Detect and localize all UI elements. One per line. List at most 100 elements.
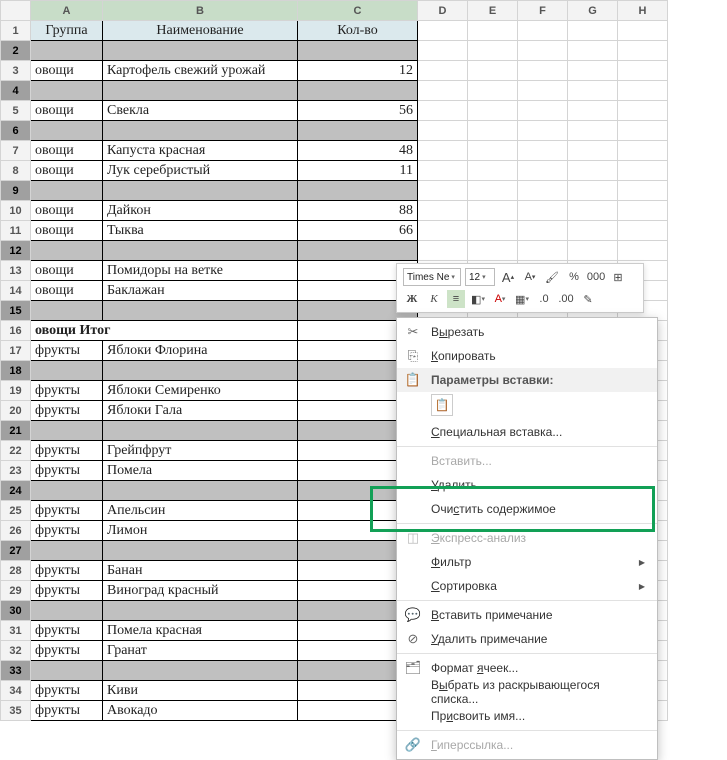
cell-name[interactable]: Гранат bbox=[103, 641, 298, 661]
cell-name[interactable]: Лук серебристый bbox=[103, 161, 298, 181]
menu-format-cells[interactable]: 🗂 Формат ячеек... bbox=[397, 656, 657, 680]
row-header[interactable]: 11 bbox=[1, 221, 31, 241]
empty-cell[interactable] bbox=[468, 141, 518, 161]
empty-cell[interactable] bbox=[418, 21, 468, 41]
cell-name[interactable]: Киви bbox=[103, 681, 298, 701]
cell-qty[interactable]: 12 bbox=[298, 61, 418, 81]
empty-cell[interactable] bbox=[618, 121, 668, 141]
selected-blank-cell[interactable] bbox=[31, 541, 103, 561]
cell-name[interactable]: Лимон bbox=[103, 521, 298, 541]
cell-name[interactable]: Яблоки Гала bbox=[103, 401, 298, 421]
row-header[interactable]: 18 bbox=[1, 361, 31, 381]
cell-group[interactable]: фрукты bbox=[31, 701, 103, 721]
italic-button[interactable]: К bbox=[425, 290, 443, 308]
bold-button[interactable]: Ж bbox=[403, 290, 421, 308]
empty-cell[interactable] bbox=[618, 21, 668, 41]
format-icon[interactable]: ✎ bbox=[579, 290, 597, 308]
empty-cell[interactable] bbox=[418, 181, 468, 201]
row-header[interactable]: 8 bbox=[1, 161, 31, 181]
percent-icon[interactable]: % bbox=[565, 268, 583, 286]
selected-blank-cell[interactable] bbox=[298, 181, 418, 201]
row-header[interactable]: 16 bbox=[1, 321, 31, 341]
row-header[interactable]: 25 bbox=[1, 501, 31, 521]
cell-name[interactable]: Дайкон bbox=[103, 201, 298, 221]
row-header[interactable]: 20 bbox=[1, 401, 31, 421]
row-header[interactable]: 33 bbox=[1, 661, 31, 681]
cell-group[interactable]: фрукты bbox=[31, 561, 103, 581]
row-header[interactable]: 32 bbox=[1, 641, 31, 661]
cell-name[interactable]: Капуста красная bbox=[103, 141, 298, 161]
menu-copy[interactable]: ⎘ Копировать bbox=[397, 344, 657, 368]
col-D[interactable]: D bbox=[418, 1, 468, 21]
selected-blank-cell[interactable] bbox=[103, 421, 298, 441]
selected-blank-cell[interactable] bbox=[31, 41, 103, 61]
cell-name[interactable]: Тыква bbox=[103, 221, 298, 241]
column-header-cell[interactable]: Группа bbox=[31, 21, 103, 41]
empty-cell[interactable] bbox=[568, 141, 618, 161]
cell-group[interactable]: овощи bbox=[31, 101, 103, 121]
row-header[interactable]: 29 bbox=[1, 581, 31, 601]
cell-group[interactable]: овощи bbox=[31, 161, 103, 181]
row-header[interactable]: 15 bbox=[1, 301, 31, 321]
increase-decimal-icon[interactable]: .00 bbox=[557, 290, 575, 308]
row-header[interactable]: 30 bbox=[1, 601, 31, 621]
row-header[interactable]: 14 bbox=[1, 281, 31, 301]
empty-cell[interactable] bbox=[568, 241, 618, 261]
cell-group[interactable]: овощи bbox=[31, 61, 103, 81]
col-C[interactable]: C bbox=[298, 1, 418, 21]
row-header[interactable]: 4 bbox=[1, 81, 31, 101]
selected-blank-cell[interactable] bbox=[298, 241, 418, 261]
cell-group[interactable]: фрукты bbox=[31, 441, 103, 461]
col-G[interactable]: G bbox=[568, 1, 618, 21]
menu-insert-comment[interactable]: 💬 Вставить примечание bbox=[397, 603, 657, 627]
empty-cell[interactable] bbox=[468, 21, 518, 41]
row-header[interactable]: 23 bbox=[1, 461, 31, 481]
font-size-selector[interactable]: 12▾ bbox=[465, 268, 495, 286]
empty-cell[interactable] bbox=[418, 221, 468, 241]
menu-pick-from-list[interactable]: Выбрать из раскрывающегося списка... bbox=[397, 680, 657, 704]
row-header[interactable]: 17 bbox=[1, 341, 31, 361]
increase-font-icon[interactable]: A▴ bbox=[499, 268, 517, 286]
font-selector[interactable]: Times Ne▾ bbox=[403, 268, 461, 286]
menu-delete-comment[interactable]: ⊘ Удалить примечание bbox=[397, 627, 657, 651]
cell-name[interactable]: Баклажан bbox=[103, 281, 298, 301]
col-B[interactable]: B bbox=[103, 1, 298, 21]
empty-cell[interactable] bbox=[618, 221, 668, 241]
menu-sort[interactable]: Сортировка ▶ bbox=[397, 574, 657, 598]
selected-blank-cell[interactable] bbox=[31, 81, 103, 101]
cell-group[interactable]: фрукты bbox=[31, 521, 103, 541]
row-header[interactable]: 26 bbox=[1, 521, 31, 541]
empty-cell[interactable] bbox=[468, 121, 518, 141]
row-header[interactable]: 35 bbox=[1, 701, 31, 721]
decrease-decimal-icon[interactable]: .0 bbox=[535, 290, 553, 308]
cell-group[interactable]: фрукты bbox=[31, 381, 103, 401]
empty-cell[interactable] bbox=[518, 201, 568, 221]
row-header[interactable]: 9 bbox=[1, 181, 31, 201]
font-color-icon[interactable]: A▾ bbox=[491, 290, 509, 308]
cell-name[interactable]: Виноград красный bbox=[103, 581, 298, 601]
row-header[interactable]: 6 bbox=[1, 121, 31, 141]
empty-cell[interactable] bbox=[568, 221, 618, 241]
empty-cell[interactable] bbox=[568, 201, 618, 221]
empty-cell[interactable] bbox=[518, 161, 568, 181]
cell-qty[interactable]: 11 bbox=[298, 161, 418, 181]
row-header[interactable]: 28 bbox=[1, 561, 31, 581]
cell-name[interactable]: Банан bbox=[103, 561, 298, 581]
cell-group[interactable]: фрукты bbox=[31, 501, 103, 521]
selected-blank-cell[interactable] bbox=[298, 121, 418, 141]
row-header[interactable]: 24 bbox=[1, 481, 31, 501]
empty-cell[interactable] bbox=[518, 181, 568, 201]
row-header[interactable]: 10 bbox=[1, 201, 31, 221]
cell-group[interactable]: овощи bbox=[31, 281, 103, 301]
cell-group[interactable]: фрукты bbox=[31, 641, 103, 661]
selected-blank-cell[interactable] bbox=[31, 301, 103, 321]
empty-cell[interactable] bbox=[568, 161, 618, 181]
cell-name[interactable]: Апельсин bbox=[103, 501, 298, 521]
empty-cell[interactable] bbox=[518, 41, 568, 61]
empty-cell[interactable] bbox=[518, 61, 568, 81]
row-header[interactable]: 7 bbox=[1, 141, 31, 161]
empty-cell[interactable] bbox=[568, 81, 618, 101]
selected-blank-cell[interactable] bbox=[103, 361, 298, 381]
selected-blank-cell[interactable] bbox=[31, 181, 103, 201]
row-header[interactable]: 2 bbox=[1, 41, 31, 61]
